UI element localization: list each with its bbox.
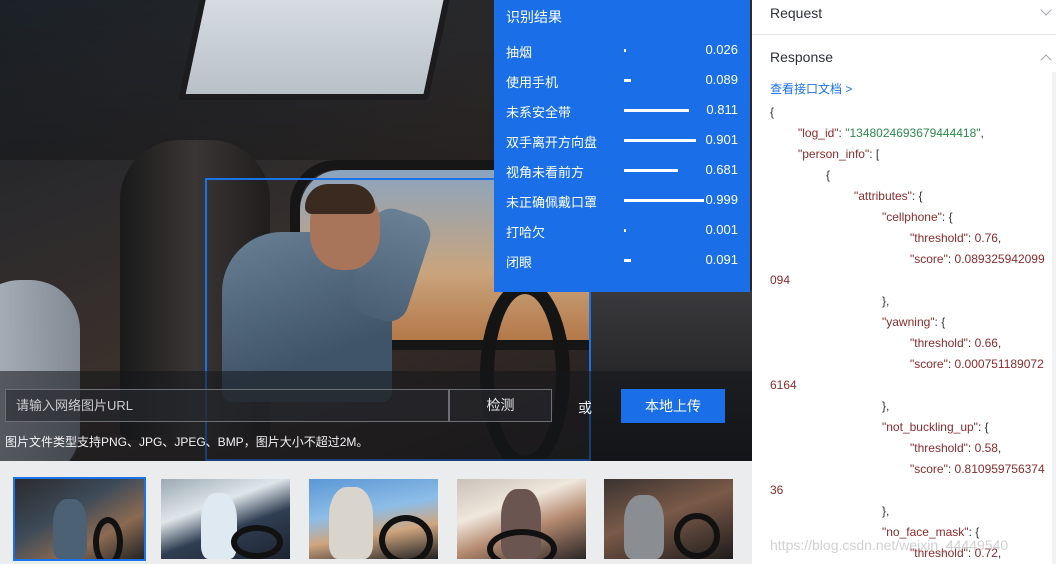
result-label: 未系安全带 — [506, 105, 572, 120]
result-score: 0.001 — [705, 222, 738, 237]
result-label: 未正确佩戴口罩 — [506, 195, 598, 210]
json-line: "threshold": 0.66, — [910, 336, 1002, 350]
result-score-bar — [624, 229, 626, 232]
demo-panel: 请输入网络图片URL 检测 或 本地上传 图片文件类型支持PNG、JPG、JPE… — [0, 0, 752, 564]
result-row: 视角未看前方 0.681 — [494, 160, 750, 180]
local-upload-button[interactable]: 本地上传 — [621, 389, 725, 423]
result-row: 双手离开方向盘 0.901 — [494, 130, 750, 150]
json-line: { — [770, 105, 775, 119]
result-score: 0.026 — [705, 42, 738, 57]
detect-button[interactable]: 检测 — [449, 389, 552, 422]
api-doc-link[interactable]: 查看接口文档 > — [770, 80, 852, 97]
result-score: 0.811 — [706, 102, 738, 117]
result-score-bar — [624, 199, 704, 202]
image-url-input[interactable]: 请输入网络图片URL — [5, 389, 449, 422]
json-line: "yawning": { — [882, 315, 946, 329]
result-label: 打哈欠 — [506, 225, 546, 240]
json-line: "log_id": "1348024693679444418", — [798, 126, 984, 140]
json-line: }, — [882, 294, 890, 308]
json-line: "attributes": { — [854, 189, 923, 203]
sunroof — [178, 0, 452, 100]
sample-thumbnail-4[interactable] — [457, 479, 586, 559]
result-row: 未正确佩戴口罩 0.999 — [494, 190, 750, 210]
response-json: { "log_id": "1348024693679444418", "person… — [770, 102, 1050, 564]
sample-thumbnail-5[interactable] — [604, 479, 733, 559]
file-type-hint: 图片文件类型支持PNG、JPG、JPEG、BMP，图片大小不超过2M。 — [5, 435, 369, 449]
request-title: Request — [770, 5, 823, 21]
watermark: https://blog.csdn.net/weixin_44449540 — [770, 537, 1009, 553]
result-label: 闭眼 — [506, 255, 533, 270]
json-line: "score": 0.810959756374 — [910, 462, 1045, 476]
json-line: "person_info": [ — [798, 147, 880, 161]
result-row: 使用手机 0.089 — [494, 70, 750, 90]
json-line: "threshold": 0.58, — [910, 441, 1002, 455]
result-label: 抽烟 — [506, 45, 533, 60]
result-score: 0.999 — [705, 192, 738, 207]
scrollbar[interactable] — [1052, 72, 1056, 564]
json-line: 094 — [770, 273, 791, 287]
json-line: 36 — [770, 483, 784, 497]
sample-thumbnail-1[interactable] — [13, 477, 146, 561]
app-root: 请输入网络图片URL 检测 或 本地上传 图片文件类型支持PNG、JPG、JPE… — [0, 0, 1056, 564]
result-score: 0.089 — [705, 72, 738, 87]
result-score-bar — [624, 49, 626, 52]
response-title[interactable]: Response — [770, 49, 833, 65]
json-line: "threshold": 0.76, — [910, 231, 1002, 245]
result-score-bar — [624, 139, 696, 142]
results-title: 识别结果 — [506, 9, 562, 25]
result-row: 未系安全带 0.811 — [494, 100, 750, 120]
results-panel: 识别结果 抽烟 0.026 使用手机 0.089 未系安全带 0.811 双手离开方向盘 0.… — [494, 0, 750, 292]
result-label: 使用手机 — [506, 75, 559, 90]
sample-thumbnail-3[interactable] — [309, 479, 438, 559]
result-score: 0.681 — [705, 162, 738, 177]
json-line: "cellphone": { — [882, 210, 953, 224]
json-line: }, — [882, 399, 890, 413]
request-section[interactable]: Request — [752, 0, 1056, 35]
sample-thumbnail-2[interactable] — [161, 479, 290, 559]
chevron-up-icon[interactable] — [1040, 54, 1052, 66]
result-score-bar — [624, 79, 631, 82]
result-row: 抽烟 0.026 — [494, 40, 750, 60]
json-line: 6164 — [770, 378, 797, 392]
result-score: 0.901 — [705, 132, 738, 147]
result-row: 打哈欠 0.001 — [494, 220, 750, 240]
result-label: 双手离开方向盘 — [506, 135, 598, 150]
json-line: "not_buckling_up": { — [882, 420, 989, 434]
result-score: 0.091 — [705, 252, 738, 267]
result-label: 视角未看前方 — [506, 165, 585, 180]
result-score-bar — [624, 169, 678, 172]
json-line: "score": 0.089325942099 — [910, 252, 1045, 266]
result-score-bar — [624, 109, 689, 112]
result-score-bar — [624, 259, 631, 262]
json-line: { — [826, 168, 831, 182]
api-panel: Request Response 查看接口文档 > { "log_id": "13… — [752, 0, 1056, 564]
result-row: 闭眼 0.091 — [494, 250, 750, 270]
chevron-down-icon — [1040, 4, 1052, 16]
json-line: }, — [882, 504, 890, 518]
json-line: "score": 0.000751189072 — [910, 357, 1044, 371]
or-label: 或 — [578, 400, 592, 416]
